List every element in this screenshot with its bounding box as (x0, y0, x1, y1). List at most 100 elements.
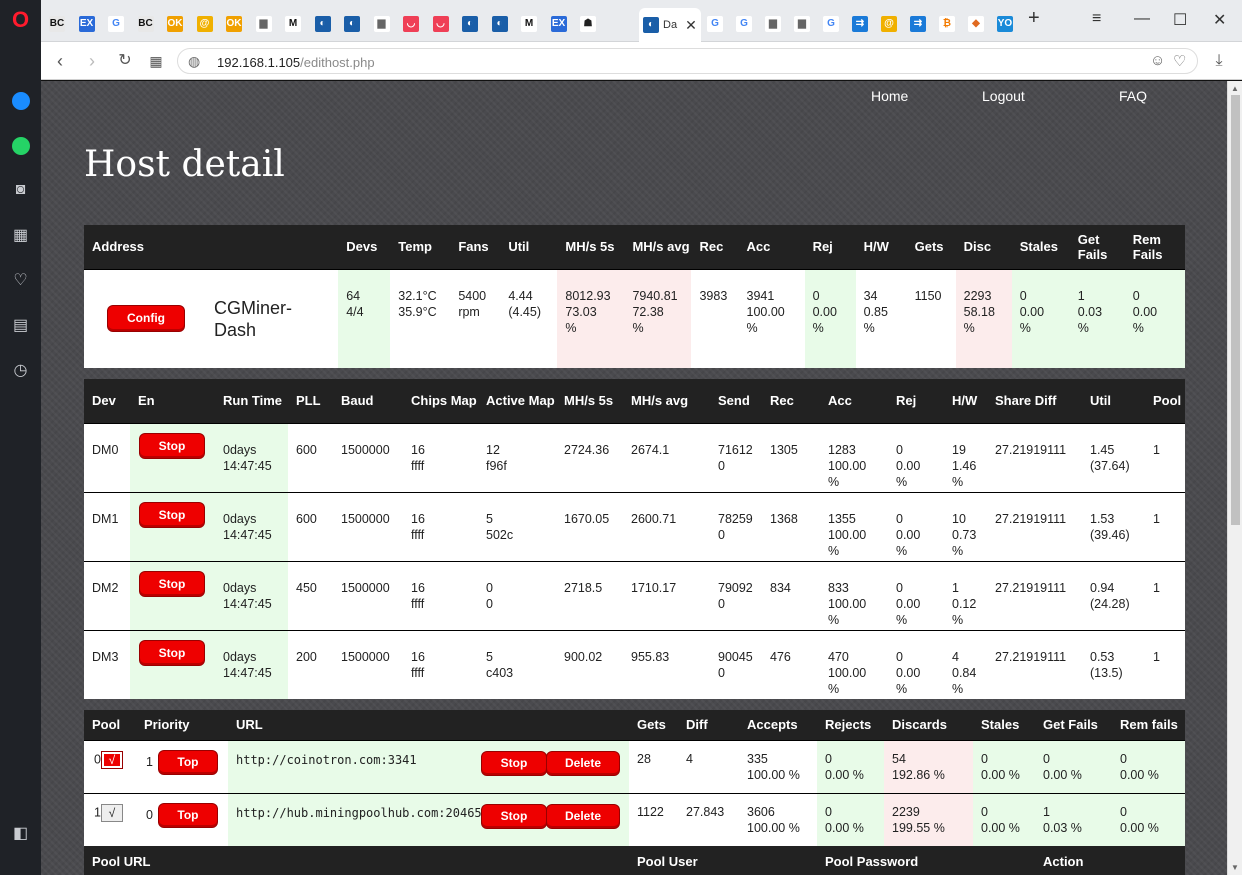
browser-tab[interactable]: YO (992, 8, 1018, 40)
reload-icon[interactable]: ↻ (114, 51, 136, 71)
nav-logout[interactable]: Logout (982, 88, 1025, 104)
news-icon[interactable]: ▤ (0, 313, 41, 337)
device-cell: 78259 0 (710, 491, 762, 561)
messenger-icon[interactable] (0, 89, 41, 113)
host-stat-cell: 32.1°C 35.9°C (390, 268, 451, 368)
cell-line: 2718.5 (564, 580, 603, 595)
forward-icon[interactable]: › (81, 51, 103, 71)
cell-line: 0.94 (1090, 580, 1115, 595)
cell-line: 1710.17 (631, 580, 677, 595)
scroll-thumb[interactable] (1231, 95, 1240, 525)
sidebar-toggle-icon[interactable]: ◧ (0, 821, 41, 845)
browser-tab[interactable]: ▆ (251, 8, 277, 40)
url-text: 192.168.1.105/edithost.php (217, 55, 375, 70)
download-icon[interactable]: ⤓ (1208, 51, 1230, 71)
browser-tab[interactable]: EX (74, 8, 100, 40)
pool-enable-checkbox[interactable]: √ (100, 803, 123, 822)
cell-line: % (1132, 320, 1144, 335)
browser-tab[interactable]: ◐ (457, 8, 483, 40)
cell-line: 0 (825, 804, 832, 819)
nav-faq[interactable]: FAQ (1119, 88, 1147, 104)
browser-tab[interactable]: M (280, 8, 306, 40)
browser-tab[interactable]: ▆ (789, 8, 815, 40)
host-col-header: Rec (691, 225, 739, 269)
bookmark-heart-icon[interactable]: ♡ (1173, 52, 1186, 70)
scroll-down-icon[interactable]: ▼ (1231, 863, 1239, 872)
browser-tab[interactable]: G (731, 8, 757, 40)
browser-tab[interactable]: ◆ (963, 8, 989, 40)
maximize-icon[interactable]: ☐ (1173, 10, 1187, 30)
url-field[interactable]: ◍ 192.168.1.105/edithost.php ☺ ♡ (177, 48, 1198, 74)
browser-tab[interactable]: OK (162, 8, 188, 40)
cell-line: % (952, 681, 964, 696)
browser-tab[interactable]: ◐ (487, 8, 513, 40)
pocket-icon: ◡ (432, 16, 449, 32)
browser-tab[interactable]: ◡ (398, 8, 424, 40)
browser-tab[interactable]: ₿ (934, 8, 960, 40)
tab-menu-icon[interactable]: ≡ (1092, 10, 1101, 28)
delete-pool-button[interactable]: Delete (547, 751, 619, 775)
browser-tab[interactable]: G (103, 8, 129, 40)
browser-tab[interactable]: EX (546, 8, 572, 40)
browser-tab[interactable]: ◐ (339, 8, 365, 40)
top-priority-button[interactable]: Top (158, 750, 217, 774)
device-cell: 16 ffff (403, 629, 478, 699)
browser-tab[interactable]: ⇉ (847, 8, 873, 40)
pool-url-cell: http://hub.miningpoolhub.com:20465 Stop De… (228, 792, 629, 846)
opera-logo-icon[interactable]: O (0, 7, 41, 32)
history-icon[interactable]: ◷ (0, 358, 41, 382)
stop-device-button[interactable]: Stop (140, 433, 204, 458)
browser-tab[interactable]: ▆ (760, 8, 786, 40)
stop-device-button[interactable]: Stop (140, 640, 204, 665)
tab-active[interactable]: ◐ Da ✕ (639, 8, 701, 42)
stop-device-button[interactable]: Stop (140, 571, 204, 596)
camera-icon[interactable]: ◙ (0, 178, 41, 202)
browser-tab[interactable]: M (516, 8, 542, 40)
whatsapp-icon[interactable] (0, 134, 41, 158)
browser-tab[interactable]: G (818, 8, 844, 40)
scroll-up-icon[interactable]: ▲ (1231, 84, 1239, 93)
back-icon[interactable]: ‹ (49, 51, 71, 71)
browser-tab[interactable]: @ (192, 8, 218, 40)
heart-icon[interactable]: ♡ (0, 268, 41, 292)
speed-dial-icon[interactable]: ▦ (0, 223, 41, 247)
browser-tab[interactable]: ☗ (575, 8, 601, 40)
device-cell: 2600.71 (623, 491, 710, 561)
browser-tab[interactable]: BC (133, 8, 159, 40)
new-tab-icon[interactable]: + (1028, 7, 1040, 30)
stop-pool-button[interactable]: Stop (482, 804, 546, 828)
close-tab-icon[interactable]: ✕ (685, 17, 697, 34)
cell-line: % (828, 612, 840, 627)
delete-pool-button[interactable]: Delete (547, 804, 619, 828)
minimize-icon[interactable]: — (1134, 10, 1150, 28)
config-button[interactable]: Config (108, 306, 184, 332)
browser-tab[interactable]: ▆ (369, 8, 395, 40)
cell-line: 0 (896, 511, 903, 526)
cell-line: 1500000 (341, 580, 390, 595)
cell-line: 2600.71 (631, 511, 677, 526)
cell-line: 3606 (747, 804, 775, 819)
close-window-icon[interactable]: ✕ (1213, 10, 1226, 30)
ninja-icon: ☗ (580, 16, 596, 32)
browser-tab[interactable]: ⇉ (905, 8, 931, 40)
browser-tab[interactable]: ◐ (310, 8, 336, 40)
stop-pool-button[interactable]: Stop (482, 751, 546, 775)
cell-line: 2293 (963, 288, 992, 303)
device-cell: 600 (288, 422, 333, 492)
device-cell: 2724.36 (556, 422, 623, 492)
cell-line: 32.1°C (398, 288, 437, 303)
pool-stat-cell: 27.843 (678, 792, 739, 846)
nav-home[interactable]: Home (871, 88, 908, 104)
browser-tab[interactable]: BC (44, 8, 70, 40)
browser-tab[interactable]: OK (221, 8, 247, 40)
browser-tab[interactable]: ◡ (428, 8, 454, 40)
top-priority-button[interactable]: Top (158, 803, 217, 827)
pool-enable-checkbox[interactable]: √ (100, 750, 123, 769)
browser-tab[interactable]: @ (876, 8, 902, 40)
emoji-icon[interactable]: ☺ (1150, 52, 1165, 69)
vertical-scrollbar[interactable]: ▲ ▼ (1227, 81, 1242, 875)
cell-line: 0 (981, 751, 988, 766)
tabs-grid-icon[interactable]: ▦ (145, 51, 167, 71)
browser-tab[interactable]: G (702, 8, 728, 40)
stop-device-button[interactable]: Stop (140, 502, 204, 527)
